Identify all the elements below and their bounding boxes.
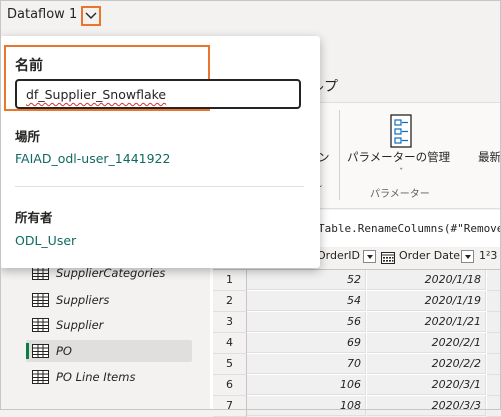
table-icon bbox=[32, 370, 49, 384]
manage-parameters-icon[interactable] bbox=[388, 114, 414, 148]
manage-parameters-caret[interactable]: ˇ bbox=[399, 168, 404, 178]
table-icon bbox=[32, 266, 49, 280]
cell-next-column[interactable] bbox=[487, 291, 501, 312]
query-item-label: PO Line Items bbox=[56, 370, 136, 384]
app-title: Dataflow 1 bbox=[7, 7, 78, 22]
table-icon bbox=[32, 293, 49, 307]
cell-order-date[interactable]: 2020/2/2 bbox=[367, 354, 486, 374]
ribbon-refresh-partial[interactable]: 最新 bbox=[478, 149, 501, 165]
row-number[interactable]: 1 bbox=[213, 270, 247, 291]
cell-next-column[interactable] bbox=[487, 270, 501, 291]
query-item-label: Supplier bbox=[56, 318, 104, 332]
order-date-filter-button[interactable] bbox=[461, 250, 474, 263]
cell-order-date[interactable]: 2020/1/19 bbox=[367, 291, 486, 311]
formula-text[interactable]: Table.RenameColumns(#"Remove bbox=[318, 222, 501, 235]
owner-link[interactable]: ODL_User bbox=[15, 233, 76, 248]
name-label: 名前 bbox=[15, 58, 43, 74]
location-label: 場所 bbox=[15, 129, 41, 144]
cell-order-date[interactable]: 2020/1/18 bbox=[367, 270, 486, 290]
title-dropdown-button[interactable] bbox=[81, 6, 101, 26]
cell-order-date[interactable]: 2020/2/1 bbox=[367, 333, 486, 353]
cell-orderid[interactable]: 106 bbox=[247, 375, 366, 395]
row-number[interactable]: 6 bbox=[213, 375, 247, 396]
location-link[interactable]: FAIAD_odl-user_1441922 bbox=[15, 151, 170, 166]
query-item-label: PO bbox=[56, 344, 72, 358]
selection-indicator bbox=[26, 343, 29, 359]
cell-next-column[interactable] bbox=[487, 333, 501, 354]
cell-orderid[interactable]: 56 bbox=[247, 312, 366, 332]
cell-next-column[interactable] bbox=[487, 375, 501, 396]
query-item[interactable]: Suppliers bbox=[26, 289, 192, 311]
row-number[interactable]: 3 bbox=[213, 312, 247, 333]
column-header-orderid[interactable]: OrderID bbox=[317, 249, 360, 267]
table-row[interactable]: 1 52 2020/1/18 bbox=[213, 270, 501, 291]
cell-orderid[interactable]: 69 bbox=[247, 333, 366, 353]
table-icon bbox=[32, 344, 49, 358]
query-item[interactable]: PO Line Items bbox=[26, 366, 192, 388]
orderid-filter-button[interactable] bbox=[363, 250, 376, 263]
number-type-icon[interactable]: 1²3 bbox=[479, 249, 497, 267]
query-item-label: Suppliers bbox=[56, 293, 110, 307]
table-row[interactable]: 5 70 2020/2/2 bbox=[213, 354, 501, 375]
table-row[interactable]: 2 54 2020/1/19 bbox=[213, 291, 501, 312]
cell-order-date[interactable]: 2020/1/21 bbox=[367, 312, 486, 332]
table-row[interactable]: 4 69 2020/2/1 bbox=[213, 333, 501, 354]
cell-next-column[interactable] bbox=[487, 312, 501, 333]
column-header-order-date[interactable]: Order Date bbox=[399, 249, 460, 267]
row-number[interactable]: 4 bbox=[213, 333, 247, 354]
table-row[interactable]: 6 106 2020/3/1 bbox=[213, 375, 501, 396]
cell-next-column[interactable] bbox=[487, 396, 501, 417]
ribbon-group-parameters: パラメーター bbox=[370, 189, 430, 200]
divider bbox=[15, 186, 304, 187]
row-number[interactable]: 5 bbox=[213, 354, 247, 375]
cell-orderid[interactable]: 108 bbox=[247, 396, 366, 416]
query-item-label: SupplierCategories bbox=[56, 266, 166, 280]
query-item[interactable]: PO bbox=[26, 340, 192, 362]
row-number[interactable]: 7 bbox=[213, 396, 247, 417]
owner-label: 所有者 bbox=[15, 210, 53, 225]
table-row[interactable]: 3 56 2020/1/21 bbox=[213, 312, 501, 333]
row-number[interactable]: 2 bbox=[213, 291, 247, 312]
ribbon-group-separator bbox=[339, 110, 340, 200]
cell-next-column[interactable] bbox=[487, 354, 501, 375]
chevron-down-icon bbox=[85, 12, 97, 19]
cell-order-date[interactable]: 2020/3/3 bbox=[367, 396, 486, 416]
cell-orderid[interactable]: 70 bbox=[247, 354, 366, 374]
cell-orderid[interactable]: 54 bbox=[247, 291, 366, 311]
manage-parameters-button[interactable]: パラメーターの管理 bbox=[347, 149, 450, 165]
table-row[interactable]: 7 108 2020/3/3 bbox=[213, 396, 501, 417]
calendar-icon bbox=[381, 252, 395, 264]
table-icon bbox=[32, 318, 49, 332]
cell-order-date[interactable]: 2020/3/1 bbox=[367, 375, 486, 395]
query-item[interactable]: Supplier bbox=[26, 314, 192, 336]
dataflow-name-value[interactable]: df_Supplier_Snowflake bbox=[26, 87, 166, 102]
cell-orderid[interactable]: 52 bbox=[247, 270, 366, 290]
